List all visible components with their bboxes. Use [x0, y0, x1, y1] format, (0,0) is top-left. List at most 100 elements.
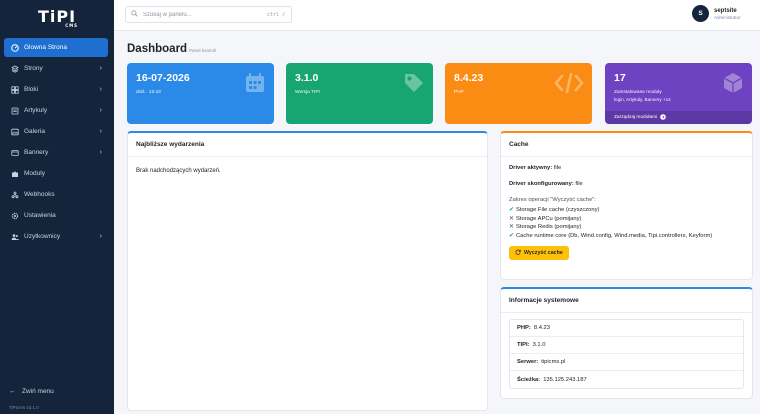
cache-op: ✕ Storage Redis (pomijany): [509, 224, 744, 230]
refresh-icon: [515, 249, 521, 257]
sidebar-item-artykuly[interactable]: Artykuly ›: [4, 101, 108, 120]
page-subtitle: Panel kontroli: [189, 48, 217, 53]
system-value: 3.1.0: [532, 342, 546, 348]
sidebar-item-moduly[interactable]: Moduly: [4, 164, 108, 183]
cache-op-text: Storage APCu (pomijany): [516, 215, 582, 222]
puzzle-icon: [10, 169, 19, 178]
system-info-title: Informacje systemowe: [501, 289, 752, 313]
sidebar-item-galeria[interactable]: Galeria ›: [4, 122, 108, 141]
stat-card-tipi-version: 3.1.0 Wersja TIPI: [286, 63, 433, 124]
webhook-icon: [10, 190, 19, 199]
sidebar-item-label: Webhooks: [24, 191, 55, 198]
cache-card: Cache Driver aktywny: file Driver skonfi…: [500, 131, 753, 280]
chevron-right-icon: ›: [99, 65, 102, 72]
topbar: ctrl / S septsite Administrator: [114, 0, 760, 31]
app-version: TiPIcms v3.1.0: [9, 405, 39, 410]
blocks-icon: [10, 85, 19, 94]
sidebar-item-label: Moduly: [24, 170, 45, 177]
cache-op-text: Storage Redis (pomijany): [516, 224, 582, 230]
sidebar-item-label: Uzytkownicy: [24, 233, 61, 240]
manage-modules-label: Zarządzaj modułami: [614, 115, 658, 120]
sidebar-item-label: Strony: [24, 65, 43, 72]
events-empty-message: Brak nadchodzących wydarzeń.: [136, 168, 221, 174]
search-box[interactable]: ctrl /: [125, 6, 292, 23]
article-icon: [10, 106, 19, 115]
logo-sub: CMS: [65, 22, 79, 28]
search-shortcut: ctrl /: [266, 11, 285, 18]
avatar[interactable]: S: [692, 5, 709, 22]
sidebar: TiPI CMS Glowna Strona Strony › Bloki ›: [0, 0, 114, 414]
table-row: TIPI: 3.1.0: [510, 337, 743, 354]
logo[interactable]: TiPI CMS: [0, 0, 114, 32]
collapse-menu-label: Zwiń menu: [22, 388, 54, 395]
clear-cache-label: Wyczyść cache: [524, 250, 563, 256]
cache-op: ✕ Storage APCu (pomijany): [509, 216, 744, 222]
chevron-right-icon: ›: [99, 86, 102, 93]
table-row: Serwer: tipicms.pl: [510, 354, 743, 371]
collapse-menu-button[interactable]: ← Zwiń menu: [9, 388, 54, 395]
system-value: 8.4.23: [533, 325, 550, 331]
tag-icon: [403, 72, 425, 96]
sidebar-item-label: Bloki: [24, 86, 39, 93]
search-icon: [131, 10, 138, 19]
driver-active-label: Driver aktywny:: [509, 165, 553, 171]
chevron-right-icon: ›: [99, 107, 102, 114]
system-key: TIPI:: [517, 342, 530, 348]
image-icon: [10, 127, 19, 136]
stat-card-php: 8.4.23 PHP: [445, 63, 592, 124]
chevron-right-icon: ›: [99, 149, 102, 156]
cache-op: ✔ Cache runtime core (Db, Wind.config, W…: [509, 233, 744, 239]
sidebar-item-label: Galeria: [24, 128, 45, 135]
driver-configured-value: file: [575, 181, 583, 187]
arrow-right-circle-icon: [660, 113, 667, 122]
system-key: PHP:: [517, 325, 531, 331]
manage-modules-link[interactable]: Zarządzaj modułami: [605, 111, 752, 124]
table-row: Ścieżka: 135.125.243.187: [510, 371, 743, 388]
sidebar-item-label: Ustawienia: [24, 212, 56, 219]
driver-configured-label: Driver skonfigurowany:: [509, 181, 574, 187]
system-value: tipicms.pl: [541, 359, 566, 365]
sidebar-item-glowna-strona[interactable]: Glowna Strona: [4, 38, 108, 57]
sidebar-item-uzytkownicy[interactable]: Uzytkownicy ›: [4, 227, 108, 246]
system-info-table: PHP: 8.4.23 TIPI: 3.1.0 Serwer: tipicms.…: [509, 319, 744, 389]
code-icon: [554, 72, 584, 96]
user-name: septsite: [714, 7, 737, 14]
cache-title: Cache: [501, 133, 752, 157]
sidebar-item-bloki[interactable]: Bloki ›: [4, 80, 108, 99]
calendar-icon: [244, 72, 266, 96]
driver-active-value: file: [553, 165, 562, 171]
stat-card-modules: 17 Zainstalowane moduły login, Artykuly,…: [605, 63, 752, 124]
driver-configured: Driver skonfigurowany: file: [509, 181, 744, 187]
system-key: Serwer:: [517, 359, 539, 365]
stat-sublabel: login, Artykuly, Bannery +14: [614, 97, 671, 102]
system-value: 135.125.243.187: [543, 376, 587, 383]
dashboard-icon: [10, 43, 19, 52]
sidebar-item-bannery[interactable]: Bannery ›: [4, 143, 108, 162]
user-role: Administrator: [714, 14, 741, 20]
sidebar-item-strony[interactable]: Strony ›: [4, 59, 108, 78]
users-icon: [10, 232, 19, 241]
sidebar-item-label: Bannery: [24, 149, 49, 156]
events-card: Najbliższe wydarzenia Brak nadchodzących…: [127, 131, 488, 411]
chevron-right-icon: ›: [99, 128, 102, 135]
page-title: Dashboard: [127, 43, 188, 55]
driver-active: Driver aktywny: file: [509, 165, 744, 171]
cache-ops-caption: Zakres operacji "Wyczyść cache":: [509, 197, 596, 203]
clear-cache-button[interactable]: Wyczyść cache: [509, 246, 569, 260]
cache-op-text: Storage File cache (czyszczony): [516, 207, 600, 213]
cross-icon: ✕: [509, 224, 514, 230]
cache-op: ✔ Storage File cache (czyszczony): [509, 207, 744, 213]
check-icon: ✔: [509, 207, 514, 213]
sidebar-item-ustawienia[interactable]: Ustawienia: [4, 206, 108, 225]
check-icon: ✔: [509, 232, 514, 239]
arrow-left-icon: ←: [9, 388, 16, 395]
sidebar-item-webhooks[interactable]: Webhooks: [4, 185, 108, 204]
stat-card-date: 16-07-2026 dziś · 12:43: [127, 63, 274, 124]
system-key: Ścieżka:: [517, 376, 541, 383]
system-info-card: Informacje systemowe PHP: 8.4.23 TIPI: 3…: [500, 287, 753, 399]
logo-text: TiPI CMS: [38, 7, 79, 28]
search-input[interactable]: [143, 11, 253, 18]
banner-icon: [10, 148, 19, 157]
user-menu[interactable]: S septsite Administrator: [692, 5, 741, 22]
gear-icon: [10, 211, 19, 220]
